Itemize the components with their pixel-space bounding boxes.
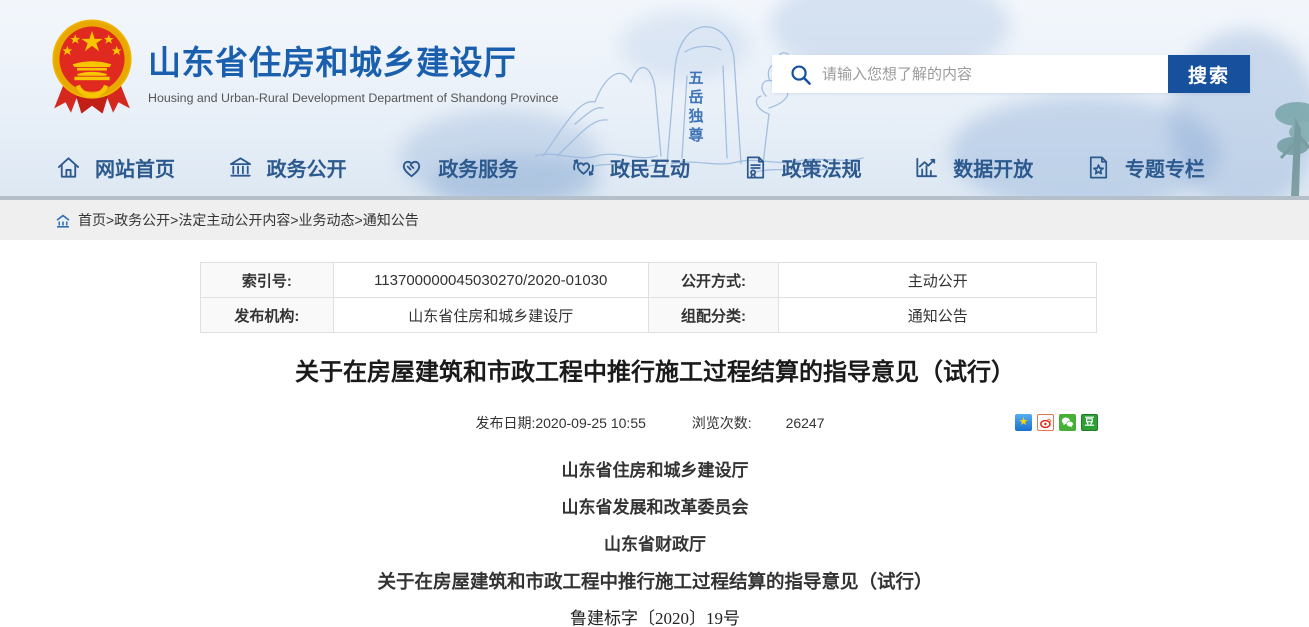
info-value-disclosure-method: 主动公开 bbox=[779, 263, 1097, 298]
article-meta-row: 发布日期:2020-09-25 10:55 浏览次数: 26247 ★ 豆 bbox=[200, 411, 1100, 435]
views-label: 浏览次数: bbox=[692, 415, 752, 431]
douban-share-icon[interactable]: 豆 bbox=[1081, 414, 1098, 431]
site-header: 五岳独尊 bbox=[0, 0, 1309, 196]
search-input[interactable] bbox=[822, 66, 1167, 83]
search-box: 搜索 bbox=[772, 55, 1250, 93]
info-value-issuing-agency: 山东省住房和城乡建设厅 bbox=[333, 298, 648, 333]
search-field bbox=[772, 55, 1168, 93]
info-label-disclosure-method: 公开方式: bbox=[648, 263, 779, 298]
table-row: 索引号: 113700000045030270/2020-01030 公开方式:… bbox=[201, 263, 1097, 298]
document-number: 鲁建标字〔2020〕19号 bbox=[105, 600, 1205, 627]
nav-item-label: 数据开放 bbox=[953, 153, 1033, 182]
nav-item-home[interactable]: 网站首页 bbox=[55, 153, 175, 182]
page: 五岳独尊 bbox=[0, 0, 1309, 627]
data-chart-icon bbox=[913, 154, 940, 181]
nav-item-special-topics[interactable]: 专题专栏 bbox=[1085, 153, 1205, 182]
home-icon bbox=[55, 154, 82, 181]
tree-illustration bbox=[1251, 88, 1309, 196]
site-title: 山东省住房和城乡建设厅 bbox=[148, 36, 628, 84]
article-body-line: 山东省财政厅 bbox=[105, 526, 1205, 563]
nav-item-label: 政民互动 bbox=[610, 153, 690, 182]
nav-item-label: 政务公开 bbox=[267, 153, 347, 182]
mountain-caption: 五岳独尊 bbox=[687, 70, 704, 146]
policy-document-icon bbox=[742, 154, 769, 181]
national-emblem-logo bbox=[48, 16, 136, 118]
heart-interaction-icon bbox=[570, 154, 597, 181]
info-label-category: 组配分类: bbox=[648, 298, 779, 333]
article-body-line: 山东省住房和城乡建设厅 bbox=[105, 452, 1205, 489]
article-body-line: 山东省发展和改革委员会 bbox=[105, 489, 1205, 526]
info-value-index-number: 113700000045030270/2020-01030 bbox=[333, 263, 648, 298]
nav-item-label: 网站首页 bbox=[95, 153, 175, 182]
search-button[interactable]: 搜索 bbox=[1168, 55, 1250, 93]
views-count: 26247 bbox=[786, 415, 825, 431]
nav-item-interaction[interactable]: 政民互动 bbox=[570, 153, 690, 182]
site-subtitle: Housing and Urban-Rural Development Depa… bbox=[148, 91, 628, 105]
handshake-icon bbox=[398, 154, 425, 181]
breadcrumb-home-icon bbox=[55, 213, 71, 228]
breadcrumb[interactable]: 首页>政务公开>法定主动公开内容>业务动态>通知公告 bbox=[55, 210, 419, 230]
nav-item-services[interactable]: 政务服务 bbox=[398, 153, 518, 182]
breadcrumb-text: 首页>政务公开>法定主动公开内容>业务动态>通知公告 bbox=[78, 210, 419, 230]
wechat-share-icon[interactable] bbox=[1059, 414, 1076, 431]
nav-item-policies[interactable]: 政策法规 bbox=[742, 153, 862, 182]
search-icon bbox=[789, 63, 812, 86]
info-label-issuing-agency: 发布机构: bbox=[201, 298, 334, 333]
breadcrumb-bar: 首页>政务公开>法定主动公开内容>业务动态>通知公告 bbox=[0, 200, 1309, 240]
nav-item-label: 政务服务 bbox=[438, 153, 518, 182]
government-building-icon bbox=[227, 154, 254, 181]
info-value-category: 通知公告 bbox=[779, 298, 1097, 333]
publish-date: 发布日期:2020-09-25 10:55 bbox=[475, 415, 645, 431]
document-info-table: 索引号: 113700000045030270/2020-01030 公开方式:… bbox=[200, 262, 1097, 333]
article-meta-text: 发布日期:2020-09-25 10:55 浏览次数: 26247 bbox=[200, 411, 1100, 435]
table-row: 发布机构: 山东省住房和城乡建设厅 组配分类: 通知公告 bbox=[201, 298, 1097, 333]
info-label-index-number: 索引号: bbox=[201, 263, 334, 298]
main-nav: 网站首页 政务公开 政务服务 bbox=[55, 146, 1205, 188]
nav-item-label: 政策法规 bbox=[782, 153, 862, 182]
article-body: 山东省住房和城乡建设厅 山东省发展和改革委员会 山东省财政厅 关于在房屋建筑和市… bbox=[105, 452, 1205, 627]
star-document-icon bbox=[1085, 154, 1112, 181]
weibo-share-icon[interactable] bbox=[1037, 414, 1054, 431]
nav-item-disclosure[interactable]: 政务公开 bbox=[227, 153, 347, 182]
article-title: 关于在房屋建筑和市政工程中推行施工过程结算的指导意见（试行） bbox=[105, 352, 1205, 387]
nav-item-open-data[interactable]: 数据开放 bbox=[913, 153, 1033, 182]
nav-item-label: 专题专栏 bbox=[1125, 153, 1205, 182]
share-buttons: ★ 豆 bbox=[1015, 414, 1098, 431]
qzone-share-icon[interactable]: ★ bbox=[1015, 414, 1032, 431]
site-title-block: 山东省住房和城乡建设厅 Housing and Urban-Rural Deve… bbox=[148, 36, 628, 105]
article-body-line: 关于在房屋建筑和市政工程中推行施工过程结算的指导意见（试行） bbox=[105, 563, 1205, 600]
